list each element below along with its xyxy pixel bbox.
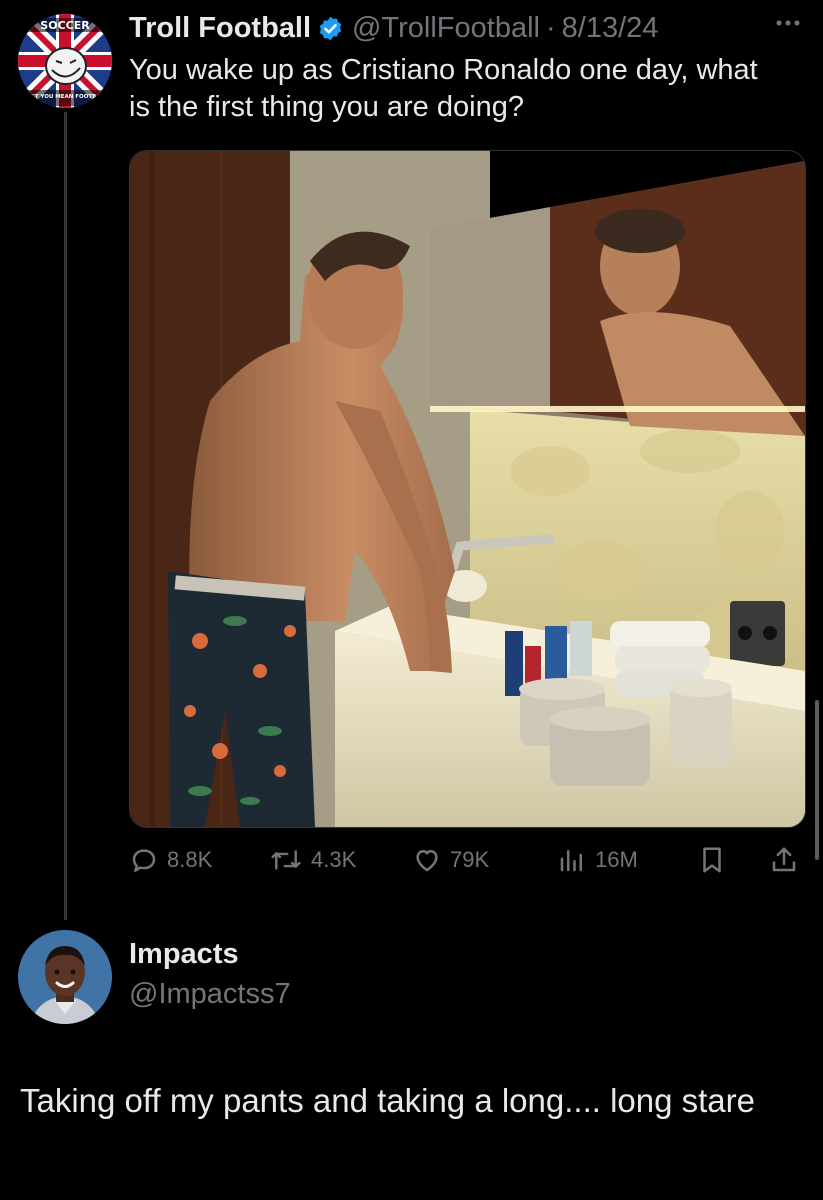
tweet-actions-bar: 8.8K 4.3K 79K 16M [129,840,809,880]
tweet-author-name[interactable]: Troll Football [129,12,311,45]
like-button[interactable]: 79K [412,840,489,880]
share-icon [772,847,796,872]
header-separator: · [545,11,556,44]
avatar-logo-text-top: SOCCER [40,19,90,32]
impacts-avatar[interactable] [18,930,112,1024]
like-count: 79K [450,847,490,872]
bookmark-button[interactable] [697,840,735,880]
thread-connector-line [64,112,67,920]
reply-count: 8.8K [167,847,213,872]
retweet-icon [271,850,301,870]
reply-button[interactable]: 8.8K [129,840,212,880]
reply-text: Taking off my pants and taking a long...… [20,1082,756,1119]
tweet-author-handle[interactable]: @TrollFootball [352,12,540,45]
share-button[interactable] [769,840,807,880]
retweet-count: 4.3K [311,847,357,872]
views-count: 16M [595,847,638,872]
tweet-date[interactable]: 8/13/24 [562,12,659,45]
reply-author-name[interactable]: Impacts [129,938,239,971]
scrollbar[interactable] [815,700,819,860]
reply-icon [132,849,156,872]
heart-icon [416,850,438,872]
views-icon [560,850,582,872]
tweet-text: You wake up as Cristiano Ronaldo one day… [129,54,758,123]
views-button[interactable]: 16M [557,840,638,880]
retweet-button[interactable]: 4.3K [269,840,356,880]
bookmark-icon [703,847,721,873]
tweet-header: Troll Football @TrollFootball · 8/13/24 [129,8,658,48]
tweet-photo[interactable] [129,150,806,828]
more-icon[interactable] [775,18,801,28]
verified-badge-icon [319,16,342,40]
reply-author-handle[interactable]: @Impactss7 [129,978,291,1011]
troll-football-avatar[interactable]: SOCCER DON'T YOU MEAN FOOTBALL? [18,14,112,108]
avatar-logo-text-bottom: DON'T YOU MEAN FOOTBALL? [19,94,111,100]
